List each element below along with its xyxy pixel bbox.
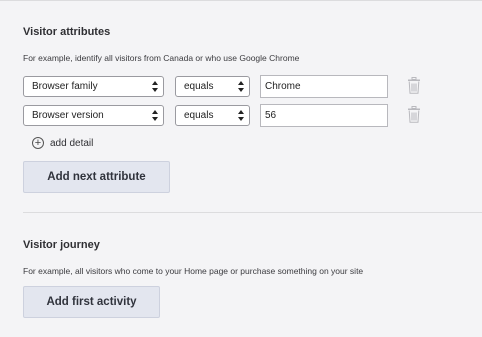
add-detail-link[interactable]: + add detail	[32, 136, 93, 150]
select-arrows-icon	[238, 81, 244, 92]
add-detail-label: add detail	[50, 137, 94, 149]
add-first-activity-button[interactable]: Add first activity	[23, 286, 160, 318]
attribute-select[interactable]: Browser version	[23, 105, 164, 126]
attribute-select[interactable]: Browser family	[23, 76, 164, 97]
operator-select[interactable]: equals	[175, 105, 250, 126]
select-arrows-icon	[152, 110, 158, 121]
select-arrows-icon	[152, 81, 158, 92]
visitor-attributes-help-text: For example, identify all visitors from …	[23, 53, 300, 63]
select-arrows-icon	[238, 110, 244, 121]
trash-icon[interactable]	[407, 77, 421, 94]
visitor-journey-help-text: For example, all visitors who come to yo…	[23, 266, 364, 276]
plus-circle-icon: +	[32, 137, 44, 149]
trash-icon[interactable]	[407, 106, 421, 123]
operator-select[interactable]: equals	[175, 76, 250, 97]
attribute-select-value: Browser family	[32, 81, 98, 92]
operator-select-value: equals	[184, 110, 214, 121]
attribute-select-value: Browser version	[32, 110, 104, 121]
visitor-attributes-heading: Visitor attributes	[23, 26, 111, 38]
attribute-value-input[interactable]: Chrome	[260, 75, 388, 98]
add-next-attribute-button[interactable]: Add next attribute	[23, 161, 170, 193]
operator-select-value: equals	[184, 81, 214, 92]
top-divider	[0, 0, 482, 1]
attribute-value-input[interactable]: 56	[260, 104, 388, 127]
visitor-journey-heading: Visitor journey	[23, 239, 100, 251]
section-divider	[23, 212, 482, 213]
